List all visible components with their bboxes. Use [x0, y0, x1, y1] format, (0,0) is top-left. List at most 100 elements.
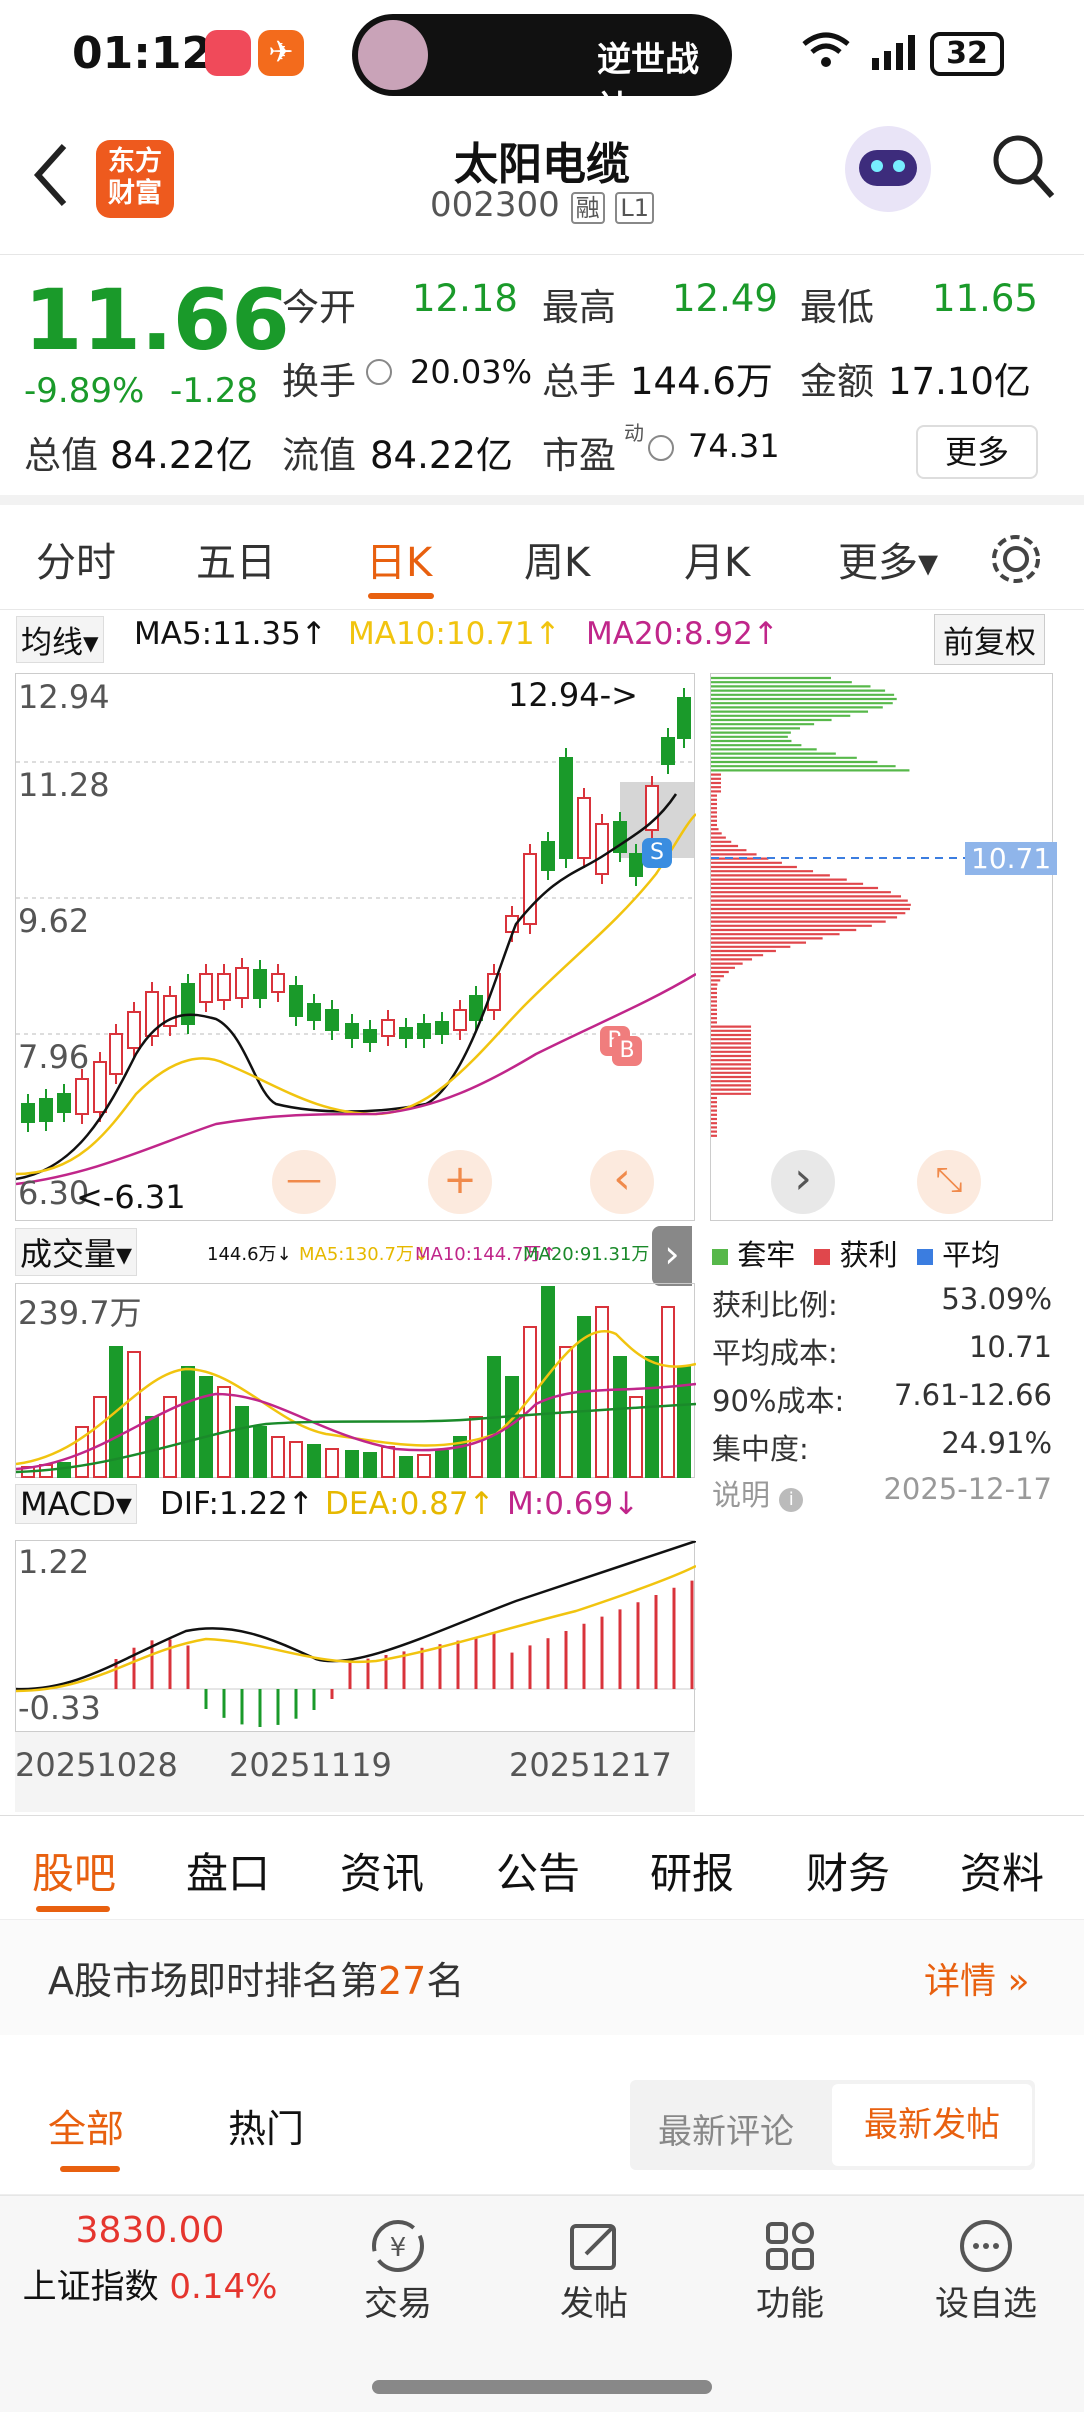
legend-avg: 平均 [942, 1238, 1001, 1272]
margin-tag: 融 [570, 192, 605, 224]
info-icon[interactable]: i [779, 1488, 804, 1512]
chip-key: 集中度: [712, 1432, 809, 1466]
post-filter-tabs: 全部 热门 最新评论 最新发帖 [0, 2060, 1084, 2195]
search-icon[interactable] [990, 132, 1056, 206]
candle-body [345, 1023, 359, 1039]
more-button[interactable]: 更多 [916, 425, 1038, 479]
m-label: M:0.69↓ [507, 1486, 640, 1522]
chip-distribution-chart[interactable]: 10.71 › ⤡ [710, 673, 1058, 1221]
date-axis: 20251028 20251119 20251217 [15, 1732, 695, 1812]
tab-hot-posts[interactable]: 热门 [228, 2098, 304, 2153]
tab-weekly-k[interactable]: 周K [524, 530, 590, 588]
volume-bar [235, 1406, 249, 1478]
low-label: 最低 [800, 286, 874, 329]
sort-latest-comment[interactable]: 最新评论 [658, 2104, 794, 2153]
post-button[interactable]: 发帖 [514, 2216, 674, 2325]
notification-app-icon: ✈ [258, 30, 304, 76]
kline-ylabel: 7.96 [18, 1038, 90, 1076]
signal-icon [870, 34, 920, 74]
tab-guba[interactable]: 股吧 [32, 1840, 116, 1901]
legend-profit: 获利 [839, 1238, 898, 1272]
volume-value-label: 144.6万↓ [207, 1244, 292, 1265]
battery-icon: 32 [930, 32, 1004, 76]
volume-bar [93, 1396, 107, 1478]
zoom-in-button[interactable]: + [428, 1150, 492, 1214]
tab-order-book[interactable]: 盘口 [186, 1840, 270, 1901]
stock-header: 东方 财富 太阳电缆 002300 融 L1 [0, 110, 1084, 255]
adjust-button[interactable]: 前复权 [934, 614, 1045, 665]
candle-body [595, 823, 609, 875]
volume-bar [363, 1452, 377, 1478]
tab-intraday[interactable]: 分时 [36, 530, 116, 588]
chip-key: 获利比例: [712, 1288, 838, 1322]
trade-button[interactable]: ¥ 交易 [318, 2216, 478, 2325]
candle-body [181, 983, 195, 1025]
ma-selector[interactable]: 均线▾ [16, 616, 104, 663]
market-rank-banner[interactable]: A股市场即时排名第27名 详情 » [0, 1920, 1084, 2035]
trapped-swatch [712, 1249, 728, 1265]
volume-bar [57, 1462, 71, 1478]
buy-marker-icon[interactable]: B [612, 1036, 642, 1066]
music-pill[interactable]: 逆世战神 [352, 14, 732, 129]
tab-financials[interactable]: 财务 [806, 1840, 890, 1901]
volume-selector[interactable]: 成交量▾ [15, 1228, 138, 1276]
tab-all-posts[interactable]: 全部 [48, 2098, 124, 2153]
tab-monthly-k[interactable]: 月K [684, 530, 750, 588]
candle-body [577, 797, 591, 859]
dif-label: DIF:1.22↑ [160, 1486, 314, 1522]
tab-announcements[interactable]: 公告 [496, 1840, 580, 1901]
macd-chart: 1.22 -0.33 [15, 1540, 696, 1732]
tab-news[interactable]: 资讯 [340, 1840, 424, 1901]
home-indicator[interactable] [372, 2380, 712, 2394]
candle-body [469, 995, 483, 1021]
collapse-panel-button[interactable]: › [652, 1226, 692, 1286]
candle-body [487, 973, 501, 1011]
scroll-left-button[interactable]: ‹ [590, 1150, 654, 1214]
legend-trapped: 套牢 [737, 1238, 796, 1272]
album-art-icon [358, 20, 428, 90]
high-value: 12.49 [672, 277, 778, 320]
volume-bar [127, 1351, 141, 1478]
sort-latest-post[interactable]: 最新发帖 [832, 2084, 1032, 2166]
add-watchlist-button[interactable]: 设自选 [906, 2216, 1066, 2325]
fullscreen-icon[interactable]: ⤡ [917, 1150, 981, 1214]
scroll-right-button[interactable]: › [771, 1150, 835, 1214]
zoom-out-button[interactable]: — [272, 1150, 336, 1214]
candle-body [235, 967, 249, 999]
ma20-line [16, 972, 696, 1186]
candle-body [417, 1023, 431, 1039]
tab-profile[interactable]: 资料 [960, 1840, 1044, 1901]
pe-info-icon[interactable] [648, 435, 674, 461]
tab-more[interactable]: 更多▾ [838, 530, 938, 588]
date-label: 20251119 [229, 1746, 392, 1784]
index-ticker[interactable]: 3830.00 上证指数 0.14% [0, 2210, 300, 2308]
sell-marker-icon[interactable]: S [642, 838, 672, 868]
content-tabs: 股吧 盘口 资讯 公告 研报 财务 资料 [0, 1815, 1084, 1920]
tab-daily-k[interactable]: 日K [366, 530, 432, 588]
max-price-note: 12.94-> [508, 676, 638, 714]
chip-row-concentration: 集中度: 24.91% [712, 1426, 1052, 1468]
level-tag: L1 [615, 192, 655, 224]
stock-code-row: 002300 融 L1 [430, 185, 655, 225]
settings-gear-icon[interactable] [988, 531, 1044, 591]
tab-research[interactable]: 研报 [650, 1840, 734, 1901]
volume-bar [181, 1366, 195, 1478]
kline-chart[interactable]: 12.94 11.28 9.62 7.96 6.30 12.94-> <-6.3… [15, 673, 696, 1221]
current-price: 11.66 [24, 271, 290, 369]
robot-assistant-icon[interactable] [845, 126, 931, 212]
macd-selector[interactable]: MACD▾ [15, 1484, 137, 1524]
clock: 01:12 [72, 28, 213, 79]
vol-ma20-label: MA20:91.31万↑ [523, 1244, 665, 1265]
rank-text: A股市场即时排名第27名 [48, 1950, 464, 2005]
tab-five-day[interactable]: 五日 [196, 530, 276, 588]
functions-button[interactable]: 功能 [710, 2216, 870, 2325]
chip-key: 90%成本: [712, 1384, 845, 1418]
amount-label: 金额 [800, 360, 874, 403]
functions-label: 功能 [756, 2284, 824, 2324]
info-icon[interactable] [366, 359, 392, 385]
change-percent: -9.89% [24, 371, 145, 411]
note-label[interactable]: 说明 [712, 1478, 770, 1512]
kline-ylabel: 9.62 [18, 902, 90, 940]
rank-detail-link[interactable]: 详情 » [924, 1952, 1029, 2004]
date-label: 20251217 [509, 1746, 672, 1784]
